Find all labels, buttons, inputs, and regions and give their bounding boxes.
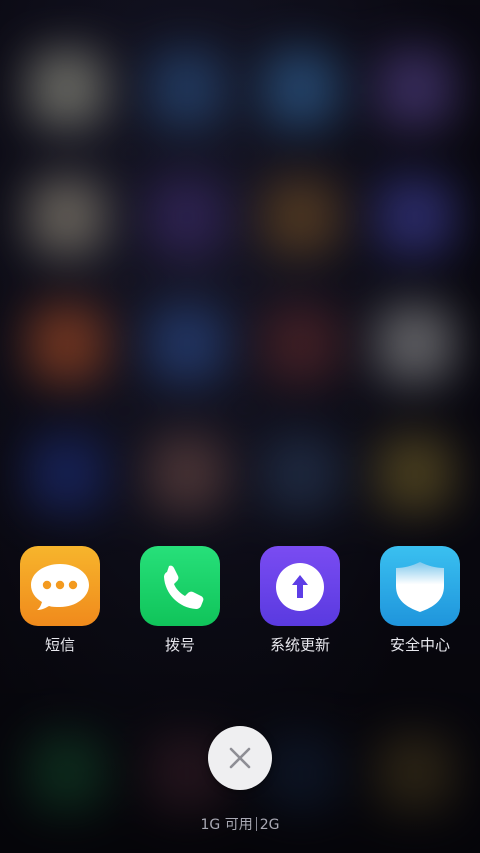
close-icon	[229, 747, 251, 769]
recent-app-security-center[interactable]: 安全中心	[360, 546, 480, 655]
clear-all-button[interactable]	[208, 726, 272, 790]
recent-apps-row: 短信 拨号 系统更新 安全中心	[0, 546, 480, 656]
recent-app-dialer[interactable]: 拨号	[120, 546, 240, 655]
app-label: 系统更新	[269, 636, 330, 654]
message-bubble-icon	[20, 546, 100, 626]
memory-total: 2G	[259, 817, 280, 833]
app-label: 短信	[44, 636, 75, 654]
recent-app-messages[interactable]: 短信	[0, 546, 120, 655]
shield-icon	[380, 546, 460, 626]
recents-screen: 短信 拨号 系统更新 安全中心 1G 可用 2G	[0, 0, 480, 853]
phone-icon	[140, 546, 220, 626]
recent-app-system-update[interactable]: 系统更新	[240, 546, 360, 655]
memory-separator	[255, 817, 257, 831]
update-arrow-icon	[260, 546, 340, 626]
app-label: 安全中心	[389, 636, 450, 654]
memory-indicator: 1G 可用 2G	[0, 814, 480, 834]
app-label: 拨号	[164, 636, 195, 654]
memory-available: 1G 可用	[200, 817, 253, 833]
